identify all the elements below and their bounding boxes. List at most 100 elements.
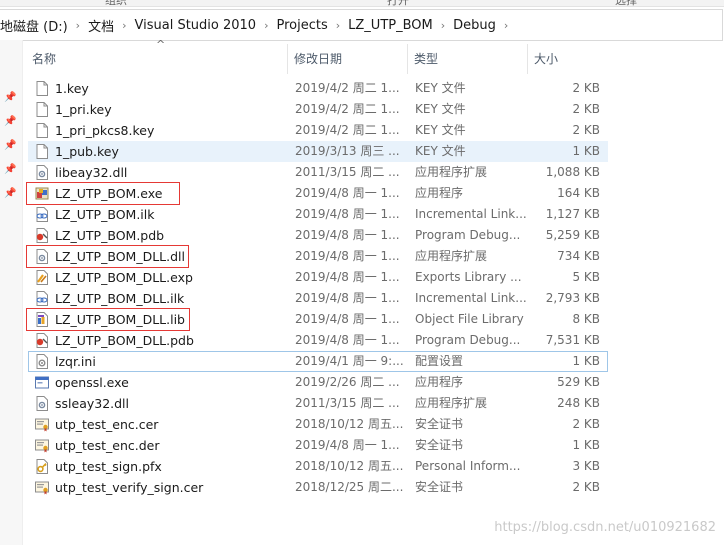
file-row[interactable]: 1_pri.key 2019/4/2 周二 1... KEY 文件 2 KB — [28, 99, 608, 120]
file-size: 1,088 KB — [545, 165, 600, 179]
file-date: 2019/4/8 周一 1... — [295, 249, 400, 263]
file-name: 1_pri_pkcs8.key — [55, 123, 155, 138]
document-icon — [35, 81, 49, 96]
dll-icon — [35, 165, 49, 180]
file-date: 2019/4/8 周一 1... — [295, 312, 400, 326]
file-date: 2011/3/15 周二 ... — [295, 396, 400, 410]
file-date: 2019/2/26 周二 ... — [295, 375, 400, 389]
file-row[interactable]: 1_pub.key 2019/3/13 周三 ... KEY 文件 1 KB — [28, 141, 608, 162]
pin-icon: 📌 — [4, 188, 17, 199]
file-type: Incremental Link... — [415, 207, 527, 221]
file-date: 2019/4/8 周一 1... — [295, 186, 400, 200]
file-name: lzqr.ini — [55, 354, 96, 369]
file-name: 1_pub.key — [55, 144, 119, 159]
breadcrumb-project[interactable]: LZ_UTP_BOM — [343, 18, 438, 33]
file-type: Program Debug... — [415, 333, 521, 347]
file-name: openssl.exe — [55, 375, 129, 390]
file-type: KEY 文件 — [415, 144, 466, 158]
file-type: Incremental Link... — [415, 291, 527, 305]
document-icon — [35, 123, 49, 138]
file-type: 配置设置 — [415, 354, 464, 368]
file-name: utp_test_sign.pfx — [55, 459, 162, 474]
certificate-icon — [35, 438, 49, 453]
chevron-right-icon[interactable]: › — [119, 19, 129, 32]
pdb-icon — [35, 333, 49, 348]
file-name: LZ_UTP_BOM_DLL.ilk — [55, 291, 185, 306]
file-row[interactable]: LZ_UTP_BOM_DLL.lib 2019/4/8 周一 1... Object… — [28, 309, 608, 330]
file-size: 248 KB — [557, 396, 600, 410]
file-size: 7,531 KB — [545, 333, 600, 347]
file-size: 164 KB — [557, 186, 600, 200]
column-header-name[interactable]: 名称 — [26, 44, 288, 74]
file-type: 安全证书 — [415, 480, 464, 494]
file-type: Object File Library — [415, 312, 524, 326]
file-row[interactable]: LZ_UTP_BOM_DLL.dll 2019/4/8 周一 1... 应用程序扩展… — [28, 246, 608, 267]
file-row[interactable]: LZ_UTP_BOM_DLL.exp 2019/4/8 周一 1... Export… — [28, 267, 608, 288]
file-type: 应用程序扩展 — [415, 249, 488, 263]
column-header-date[interactable]: 修改日期 — [288, 44, 408, 74]
file-size: 2 KB — [572, 480, 600, 494]
app-exe-icon — [35, 186, 49, 201]
file-row[interactable]: openssl.exe 2019/2/26 周二 ... 应用程序 529 KB — [28, 372, 608, 393]
file-row[interactable]: 1.key 2019/4/2 周二 1... KEY 文件 2 KB — [28, 78, 608, 99]
file-date: 2019/4/8 周一 1... — [295, 228, 400, 242]
file-type: KEY 文件 — [415, 81, 466, 95]
file-row[interactable]: utp_test_enc.cer 2018/10/12 周五... 安全证书 2 KB — [28, 414, 608, 435]
chevron-right-icon[interactable]: › — [73, 19, 83, 32]
file-row[interactable]: utp_test_verify_sign.cer 2018/12/25 周二...… — [28, 477, 608, 498]
pin-icon: 📌 — [4, 92, 17, 103]
file-size: 1 KB — [572, 144, 600, 158]
file-row[interactable]: libeay32.dll 2011/3/15 周二 ... 应用程序扩展 1,088 … — [28, 162, 608, 183]
file-name: utp_test_enc.der — [55, 438, 160, 453]
file-name: LZ_UTP_BOM_DLL.dll — [55, 249, 185, 264]
file-date: 2019/4/8 周一 1... — [295, 333, 400, 347]
file-name: LZ_UTP_BOM.pdb — [55, 228, 165, 243]
file-size: 2 KB — [572, 123, 600, 137]
chevron-right-icon[interactable]: › — [333, 19, 343, 32]
column-header-type[interactable]: 类型 — [408, 44, 528, 74]
chevron-right-icon[interactable]: › — [261, 19, 271, 32]
file-size: 1,127 KB — [545, 207, 600, 221]
file-size: 8 KB — [572, 312, 600, 326]
file-size: 2,793 KB — [545, 291, 600, 305]
lib-icon — [35, 312, 49, 327]
column-header-size[interactable]: 大小 — [528, 44, 606, 74]
file-size: 2 KB — [572, 81, 600, 95]
document-icon — [35, 144, 49, 159]
address-bar[interactable]: 地磁盘 (D:) › 文档 › Visual Studio 2010 › Pro… — [0, 9, 723, 41]
breadcrumb-visual-studio[interactable]: Visual Studio 2010 — [130, 18, 262, 33]
watermark: https://blog.csdn.net/u010921682 — [494, 520, 716, 535]
chevron-right-icon[interactable]: › — [501, 19, 511, 32]
breadcrumb-projects[interactable]: Projects — [271, 18, 332, 33]
file-row[interactable]: LZ_UTP_BOM.exe 2019/4/8 周一 1... 应用程序 164 KB — [28, 183, 608, 204]
file-row[interactable]: LZ_UTP_BOM_DLL.ilk 2019/4/8 周一 1... Increm… — [28, 288, 608, 309]
file-row[interactable]: LZ_UTP_BOM.ilk 2019/4/8 周一 1... Incrementa… — [28, 204, 608, 225]
pin-icon: 📌 — [4, 164, 17, 175]
file-date: 2018/10/12 周五... — [295, 459, 404, 473]
file-date: 2019/3/13 周三 ... — [295, 144, 400, 158]
file-name: ssleay32.dll — [55, 396, 130, 411]
file-row[interactable]: 1_pri_pkcs8.key 2019/4/2 周二 1... KEY 文件 2 K… — [28, 120, 608, 141]
file-type: 应用程序扩展 — [415, 396, 488, 410]
file-name: 1_pri.key — [55, 102, 112, 117]
file-name: libeay32.dll — [55, 165, 128, 180]
breadcrumb-documents[interactable]: 文档 — [83, 16, 119, 35]
file-date: 2019/4/8 周一 1... — [295, 438, 400, 452]
breadcrumb-debug[interactable]: Debug — [448, 18, 501, 33]
file-size: 1 KB — [572, 354, 600, 368]
file-date: 2019/4/8 周一 1... — [295, 207, 400, 221]
file-row[interactable]: LZ_UTP_BOM_DLL.pdb 2019/4/8 周一 1... Progra… — [28, 330, 608, 351]
file-row[interactable]: LZ_UTP_BOM.pdb 2019/4/8 周一 1... Program De… — [28, 225, 608, 246]
file-name: LZ_UTP_BOM_DLL.exp — [55, 270, 193, 285]
file-row[interactable]: utp_test_sign.pfx 2018/10/12 周五... Persona… — [28, 456, 608, 477]
file-row[interactable]: lzqr.ini 2019/4/1 周一 9:... 配置设置 1 KB — [28, 351, 608, 372]
certificate-icon — [35, 417, 49, 432]
file-type: KEY 文件 — [415, 123, 466, 137]
file-size: 734 KB — [557, 249, 600, 263]
window-exe-icon — [35, 375, 49, 390]
file-name: utp_test_verify_sign.cer — [55, 480, 204, 495]
breadcrumb-drive[interactable]: 地磁盘 (D:) — [0, 16, 73, 35]
chevron-right-icon[interactable]: › — [438, 19, 448, 32]
file-row[interactable]: utp_test_enc.der 2019/4/8 周一 1... 安全证书 1 KB — [28, 435, 608, 456]
file-row[interactable]: ssleay32.dll 2011/3/15 周二 ... 应用程序扩展 248 KB — [28, 393, 608, 414]
